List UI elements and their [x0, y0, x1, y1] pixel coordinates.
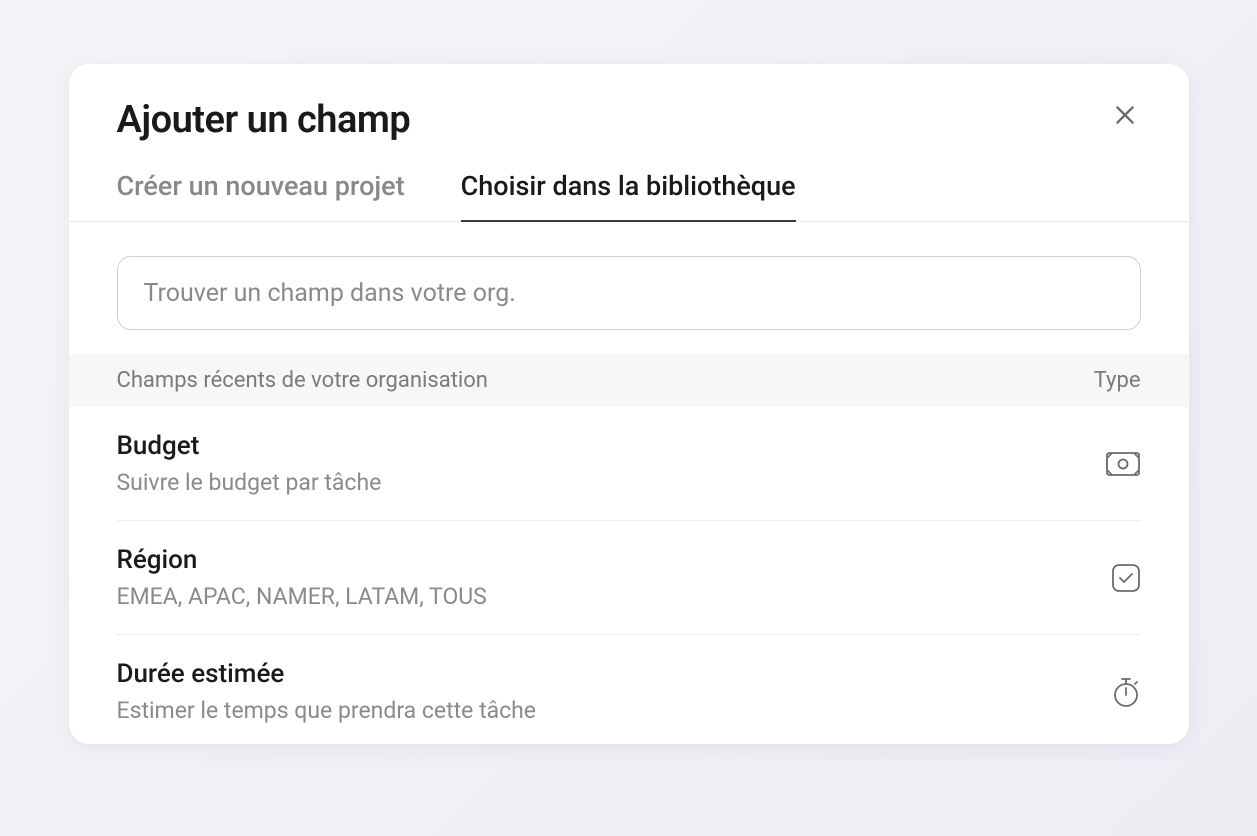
- search-wrap: [69, 222, 1189, 354]
- list-header: Champs récents de votre organisation Typ…: [69, 354, 1189, 407]
- currency-icon: [1105, 451, 1141, 477]
- item-description: Suivre le budget par tâche: [117, 469, 382, 496]
- list-item-region[interactable]: Région EMEA, APAC, NAMER, LATAM, TOUS: [117, 521, 1141, 635]
- add-field-modal: Ajouter un champ Créer un nouveau projet…: [69, 64, 1189, 744]
- list-header-left: Champs récents de votre organisation: [117, 368, 488, 393]
- item-text: Région EMEA, APAC, NAMER, LATAM, TOUS: [117, 545, 487, 610]
- tab-create-new-project[interactable]: Créer un nouveau projet: [117, 170, 405, 222]
- item-title: Durée estimée: [117, 659, 537, 689]
- checkbox-icon: [1111, 563, 1141, 593]
- item-title: Budget: [117, 431, 382, 461]
- list-item-budget[interactable]: Budget Suivre le budget par tâche: [117, 407, 1141, 521]
- close-icon: [1112, 102, 1138, 131]
- item-description: EMEA, APAC, NAMER, LATAM, TOUS: [117, 583, 487, 610]
- item-text: Budget Suivre le budget par tâche: [117, 431, 382, 496]
- item-text: Durée estimée Estimer le temps que prend…: [117, 659, 537, 724]
- item-title: Région: [117, 545, 487, 575]
- search-input[interactable]: [117, 256, 1141, 330]
- modal-title: Ajouter un champ: [117, 98, 1141, 142]
- list-header-right: Type: [1094, 368, 1141, 393]
- list-item-estimated-duration[interactable]: Durée estimée Estimer le temps que prend…: [117, 635, 1141, 744]
- modal-header: Ajouter un champ: [69, 64, 1189, 142]
- stopwatch-icon: [1111, 676, 1141, 708]
- close-button[interactable]: [1109, 100, 1141, 132]
- tabs: Créer un nouveau projet Choisir dans la …: [69, 142, 1189, 222]
- field-list: Budget Suivre le budget par tâche Région…: [69, 407, 1189, 744]
- tab-choose-from-library[interactable]: Choisir dans la bibliothèque: [461, 170, 796, 222]
- item-description: Estimer le temps que prendra cette tâche: [117, 697, 537, 724]
